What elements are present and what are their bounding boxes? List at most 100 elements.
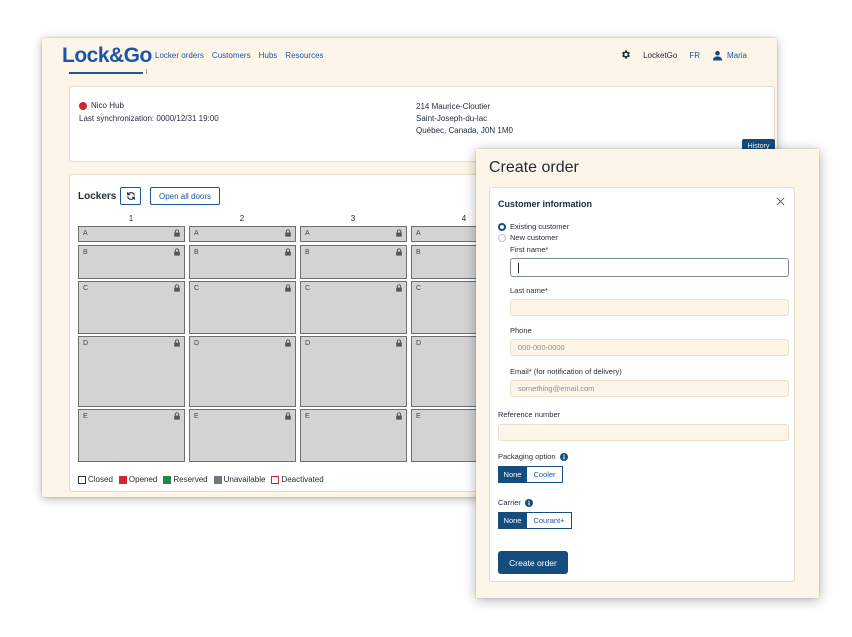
nav-hubs[interactable]: Hubs [259,51,278,60]
locker-row-letter: E [194,413,199,420]
radio-existing-indicator [498,222,506,231]
locker-cell[interactable]: B [300,245,407,279]
locker-row-letter: A [194,230,199,237]
locker-row-letter: B [83,249,88,256]
locker-row-letter: D [305,340,311,347]
first-name-label: First name* [510,245,549,254]
divider [146,69,147,74]
locker-cell[interactable]: B [78,245,185,279]
address-line-3: Québec, Canada, J0N 1M0 [416,126,513,135]
packaging-label: Packaging option [498,452,556,461]
locker-row-letter: E [83,413,88,420]
lock-icon [173,284,181,294]
create-order-button[interactable]: Create order [498,551,568,574]
reference-input[interactable] [498,424,789,441]
user-icon [712,50,723,61]
nav-customers[interactable]: Customers [212,51,251,60]
legend-label: Deactivated [281,475,324,484]
close-icon[interactable] [776,197,785,208]
packaging-none-button[interactable]: None [498,466,527,483]
locker-row-letter: C [416,285,422,292]
locker-row-letter: A [416,230,421,237]
lock-icon [284,248,292,258]
locker-cell[interactable]: D [78,336,185,407]
radio-existing-label: Existing customer [510,222,570,231]
open-all-doors-button[interactable]: Open all doors [150,187,220,205]
info-icon[interactable] [559,453,568,462]
locker-cell[interactable]: C [189,281,296,334]
address-line-1: 214 Maurice-Cloutier [416,102,491,111]
active-tab-indicator [69,72,143,74]
legend-item: Opened [118,475,158,484]
lock-icon [395,284,403,294]
radio-new-indicator [498,233,506,242]
locker-cell[interactable]: E [78,409,185,462]
lock-icon [284,339,292,349]
legend-label: Opened [128,475,158,484]
radio-new-label: New customer [510,233,558,242]
locker-cell[interactable]: C [78,281,185,334]
lock-icon [284,284,292,294]
packaging-label-row: Packaging option [498,452,568,462]
legend-item: Deactivated [271,475,324,484]
locker-cell[interactable]: D [300,336,407,407]
lock-icon [395,339,403,349]
reference-label: Reference number [498,410,561,419]
user-name: Maria [726,51,747,60]
column-header: 3 [350,214,356,223]
carrier-label-row: Carrier [498,498,534,508]
refresh-button[interactable] [120,187,141,205]
lock-icon [173,248,181,258]
locker-cell[interactable]: E [189,409,296,462]
language-toggle[interactable]: FR [689,51,700,60]
refresh-icon [126,192,135,200]
phone-input[interactable]: 000-000-0000 [510,339,789,356]
locker-cell[interactable]: A [300,226,407,242]
lock-icon [173,229,181,239]
packaging-cooler-button[interactable]: Cooler [527,466,563,483]
legend-label: Reserved [173,475,208,484]
locker-row-letter: D [194,340,200,347]
locker-row-letter: B [416,249,421,256]
last-name-label: Last name* [510,286,548,295]
carrier-courant-button[interactable]: Courant+ [527,512,572,529]
nav-locker-orders[interactable]: Locker orders [155,51,204,60]
nav-right: LocketGo FR Maria [620,49,747,62]
locker-cell[interactable]: D [189,336,296,407]
lock-icon [395,248,403,258]
logo[interactable]: Lock&Go [62,44,152,68]
locker-cell[interactable]: C [300,281,407,334]
legend-swatch [163,475,172,484]
lockers-title: Lockers [78,191,117,202]
hub-status-dot [79,101,87,110]
carrier-none-button[interactable]: None [498,512,527,529]
locker-row-letter: D [416,340,422,347]
lock-icon [173,339,181,349]
account-name[interactable]: LocketGo [643,51,677,60]
info-icon[interactable] [525,499,534,508]
section-title: Customer information [498,199,593,209]
last-name-input[interactable] [510,299,789,316]
locker-cell[interactable]: E [300,409,407,462]
nav-resources[interactable]: Resources [285,51,323,60]
locker-cell[interactable]: B [189,245,296,279]
legend-item: Unavailable [213,475,265,484]
gear-icon[interactable] [620,49,631,62]
nav-links: Locker orders Customers Hubs Resources [155,51,324,60]
modal-title: Create order [489,159,579,176]
user-menu[interactable]: Maria [712,50,747,61]
radio-new-customer[interactable]: New customer [498,233,558,242]
locker-row-letter: A [83,230,88,237]
locker-cell[interactable]: A [189,226,296,242]
email-placeholder: something@email.com [518,384,595,393]
locker-row-letter: D [83,340,89,347]
legend-swatch [118,475,127,484]
locker-cell[interactable]: A [78,226,185,242]
locker-row-letter: B [194,249,199,256]
packaging-toggle: None Cooler [498,466,563,483]
email-input[interactable]: something@email.com [510,380,789,397]
lock-icon [284,412,292,422]
phone-label: Phone [510,326,532,335]
first-name-input[interactable] [510,258,789,277]
radio-existing-customer[interactable]: Existing customer [498,222,569,231]
